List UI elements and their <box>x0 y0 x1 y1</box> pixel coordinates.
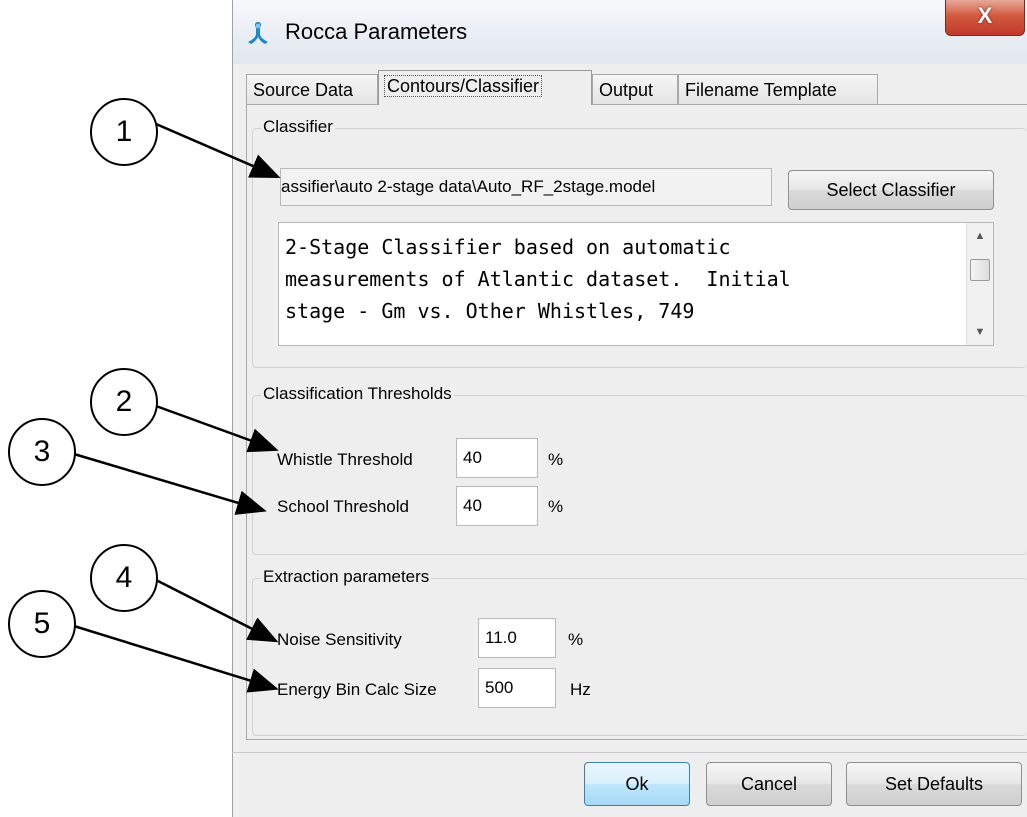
callout-arrow-2 <box>155 404 279 453</box>
callout-2: 2 <box>90 368 158 436</box>
callout-5: 5 <box>8 590 76 658</box>
callout-arrow-4 <box>155 578 279 643</box>
callout-3: 3 <box>8 418 76 486</box>
tab-contours-classifier[interactable]: Contours/Classifier <box>378 70 592 105</box>
callout-4: 4 <box>90 544 158 612</box>
callout-1: 1 <box>90 98 158 166</box>
callout-arrow-3 <box>73 452 267 515</box>
callout-arrow-5 <box>73 624 279 693</box>
callout-arrow-1 <box>155 122 281 178</box>
